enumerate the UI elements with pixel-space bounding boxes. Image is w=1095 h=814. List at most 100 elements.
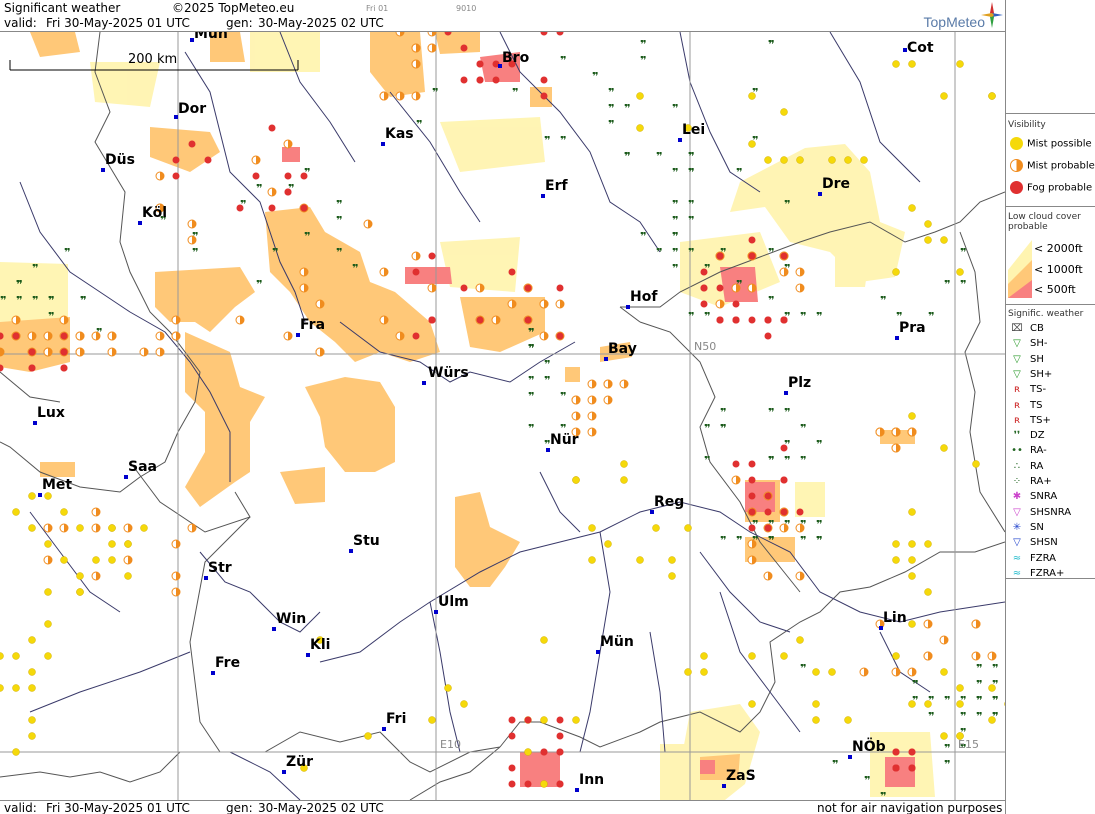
city-label-strasbourg[interactable]: Str bbox=[208, 560, 232, 576]
city-dot-duesseldorf bbox=[101, 168, 105, 172]
drizzle-icon: ❞ bbox=[960, 694, 966, 707]
city-label-muenster[interactable]: Mün bbox=[194, 32, 228, 42]
product-title: Significant weather bbox=[4, 1, 121, 15]
fog-probable-icon bbox=[476, 60, 484, 68]
mist-probable-icon bbox=[187, 523, 197, 533]
mist-possible-icon bbox=[940, 92, 948, 100]
city-label-zellamsee[interactable]: ZaS bbox=[726, 768, 756, 784]
drizzle-icon: ❞ bbox=[32, 294, 38, 307]
city-label-wuerzburg[interactable]: Würs bbox=[428, 365, 469, 381]
fog-probable-icon bbox=[268, 204, 276, 212]
city-label-freiburg[interactable]: Fre bbox=[215, 655, 240, 671]
mist-probable-icon bbox=[123, 555, 133, 565]
fog-probable-icon bbox=[284, 172, 292, 180]
mist-possible-icon bbox=[780, 652, 788, 660]
weather-symbol-icon: ⌧ bbox=[1011, 323, 1023, 334]
city-label-linz[interactable]: Lin bbox=[883, 610, 907, 626]
mist-possible-icon bbox=[924, 588, 932, 596]
mist-probable-icon bbox=[539, 299, 549, 309]
weather-map[interactable]: ❞ ❞ ❞ ❞ ❞ ❞ ❞ ❞ ❞ ❞ ❞ ❞ ❞ ❞ ❞ ❞ ❞ ❞ ❞ ❞ ❞ ❞ ❞ ❞ ❞ ❞ ❞ ❞ ❞ ❞ ❞ ❞ ❞ ❞ ❞ ❞ ❞ ❞ ❞ ❞… bbox=[0, 32, 1005, 800]
city-label-leipzig[interactable]: Lei bbox=[682, 122, 705, 138]
city-label-cottbus[interactable]: Cot bbox=[907, 40, 934, 56]
city-label-frankfurt[interactable]: Fra bbox=[300, 317, 325, 333]
city-dot-dresden bbox=[818, 192, 822, 196]
mist-possible-icon bbox=[636, 124, 644, 132]
city-label-ulm[interactable]: Ulm bbox=[438, 594, 469, 610]
city-label-nuernberg[interactable]: Nür bbox=[550, 432, 579, 448]
city-label-koeln[interactable]: Köl bbox=[142, 205, 167, 221]
city-label-innsbruck[interactable]: Inn bbox=[579, 772, 604, 788]
footer-gen-value: 30-May-2025 02 UTC bbox=[258, 801, 384, 814]
legend-signific: Signific. weather bbox=[1006, 309, 1095, 319]
city-label-winterthur-kli[interactable]: Win bbox=[276, 611, 306, 627]
drizzle-icon: ❞ bbox=[720, 422, 726, 435]
drizzle-icon: ❞ bbox=[976, 710, 982, 723]
mist-probable-icon bbox=[363, 219, 373, 229]
fog-probable-icon bbox=[300, 204, 308, 212]
city-label-saarbruecken[interactable]: Saa bbox=[128, 459, 157, 475]
city-label-brocken[interactable]: Bro bbox=[502, 50, 529, 66]
city-label-erfurt[interactable]: Erf bbox=[545, 178, 568, 194]
drizzle-icon: ❞ bbox=[544, 134, 550, 147]
city-label-regensburg[interactable]: Reg bbox=[654, 494, 684, 510]
city-label-bayreuth[interactable]: Bay bbox=[608, 341, 637, 357]
mist-possible-icon bbox=[0, 652, 4, 660]
city-label-luxembourg[interactable]: Lux bbox=[37, 405, 65, 421]
legend-sig-sh-: ▽ SH- bbox=[1010, 338, 1047, 349]
mist-possible-icon bbox=[28, 524, 36, 532]
mist-probable-icon bbox=[891, 667, 901, 677]
mist-probable-icon bbox=[603, 379, 613, 389]
city-label-hof[interactable]: Hof bbox=[630, 289, 657, 305]
city-label-dresden[interactable]: Dre bbox=[822, 176, 850, 192]
fog-probable-icon bbox=[508, 780, 516, 788]
city-dot-bayreuth bbox=[604, 357, 608, 361]
city-label-zuerich[interactable]: Zür bbox=[286, 754, 313, 770]
mist-probable-icon bbox=[555, 299, 565, 309]
map-header: Significant weather ©2025 TopMeteo.eu Fr… bbox=[0, 0, 1005, 32]
fog-probable-icon bbox=[412, 268, 420, 276]
city-label-praha[interactable]: Pra bbox=[899, 320, 926, 336]
mist-possible-icon bbox=[924, 220, 932, 228]
city-dot-metz bbox=[38, 493, 42, 497]
drizzle-icon: ❞ bbox=[560, 390, 566, 403]
drizzle-icon: ❞ bbox=[672, 262, 678, 275]
mist-probable-icon bbox=[107, 347, 117, 357]
mist-possible-icon bbox=[12, 684, 20, 692]
fog-probable-icon bbox=[204, 156, 212, 164]
drizzle-icon: ❞ bbox=[960, 710, 966, 723]
city-dot-luxembourg bbox=[33, 421, 37, 425]
drizzle-icon: ❞ bbox=[256, 278, 262, 291]
drizzle-icon: ❞ bbox=[528, 422, 534, 435]
mist-possible-icon bbox=[124, 572, 132, 580]
city-label-stuttgart[interactable]: Stu bbox=[353, 533, 380, 549]
mist-possible-icon bbox=[524, 748, 532, 756]
mist-probable-icon bbox=[171, 315, 181, 325]
fog-probable-icon bbox=[764, 332, 772, 340]
drizzle-icon: ❞ bbox=[784, 262, 790, 275]
city-label-friedrichshafen[interactable]: Fri bbox=[386, 711, 406, 727]
city-label-dortmund[interactable]: Dor bbox=[178, 101, 206, 117]
legend-sig-ts-: ʀ TS- bbox=[1010, 384, 1046, 395]
city-dot-ulm bbox=[434, 610, 438, 614]
mist-probable-icon bbox=[43, 555, 53, 565]
footer-valid-label: valid: bbox=[4, 801, 37, 814]
map-canvas[interactable]: ❞ ❞ ❞ ❞ ❞ ❞ ❞ ❞ ❞ ❞ ❞ ❞ ❞ ❞ ❞ ❞ ❞ ❞ ❞ ❞ ❞ ❞ ❞ ❞ ❞ ❞ ❞ ❞ ❞ ❞ ❞ ❞ ❞ ❞ ❞ ❞ ❞ ❞ ❞ ❞… bbox=[0, 32, 1005, 800]
fog-probable-icon bbox=[556, 732, 564, 740]
city-dot-kassel bbox=[381, 142, 385, 146]
drizzle-icon: ❞ bbox=[800, 310, 806, 323]
mist-possible-icon bbox=[924, 540, 932, 548]
city-label-metz[interactable]: Met bbox=[42, 477, 72, 493]
mist-probable-icon bbox=[891, 443, 901, 453]
city-label-noeb[interactable]: NÖb bbox=[852, 739, 886, 755]
fog-probable-icon bbox=[188, 140, 196, 148]
mist-possible-icon bbox=[684, 668, 692, 676]
city-label-kassel[interactable]: Kas bbox=[385, 126, 414, 142]
city-label-muenchen[interactable]: Mün bbox=[600, 634, 634, 650]
drizzle-icon: ❞ bbox=[800, 422, 806, 435]
city-label-duesseldorf[interactable]: Düs bbox=[105, 152, 135, 168]
grid-label-n50: N50 bbox=[694, 340, 717, 353]
weather-symbol-icon: ▽ bbox=[1013, 506, 1021, 518]
mist-possible-icon bbox=[748, 652, 756, 660]
city-label-plzen[interactable]: Plz bbox=[788, 375, 811, 391]
city-label-klippeneck[interactable]: Kli bbox=[310, 637, 330, 653]
